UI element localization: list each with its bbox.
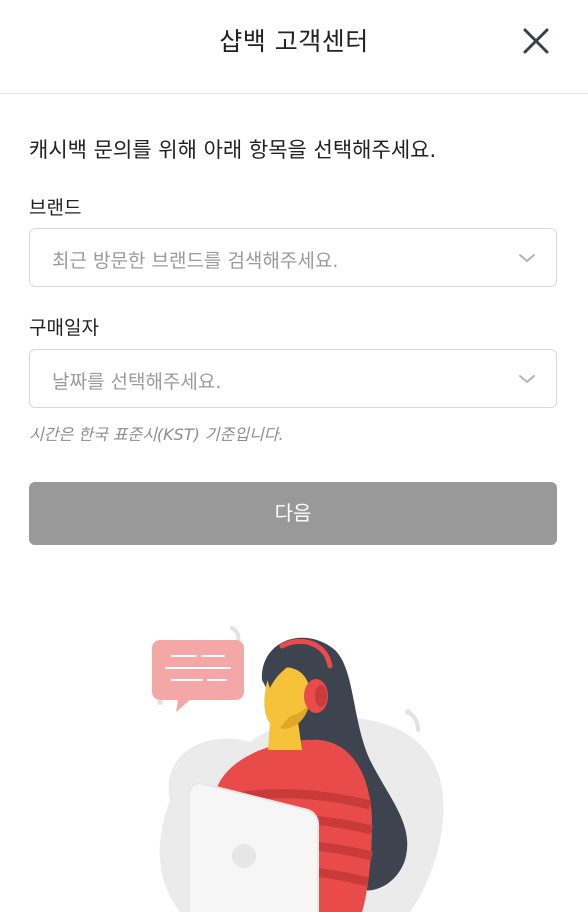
brand-label: 브랜드 [29, 197, 82, 219]
purchase-date-select[interactable]: 날짜를 선택해주세요. [29, 349, 557, 408]
purchase-date-label: 구매일자 [29, 317, 99, 339]
sparkle-shape [406, 710, 420, 732]
page-title: 샵백 고객센터 [219, 27, 369, 56]
sparkle-dot [405, 709, 411, 715]
close-button[interactable] [516, 24, 556, 60]
brand-placeholder: 최근 방문한 브랜드를 검색해주세요. [52, 250, 339, 272]
sparkle-shape [230, 626, 241, 644]
intro-text: 캐시백 문의를 위해 아래 항목을 선택해주세요. [29, 138, 437, 162]
next-button[interactable]: 다음 [29, 482, 557, 545]
laptop-logo [232, 844, 256, 868]
speech-bubble-icon [152, 640, 244, 712]
close-icon[interactable] [516, 24, 556, 60]
chevron-down-icon [519, 375, 535, 383]
support-agent-illustration [152, 626, 444, 912]
timezone-note: 시간은 한국 표준시(KST) 기준입니다. [29, 425, 284, 444]
header: 샵백 고객센터 [0, 0, 588, 94]
chevron-down-icon [519, 254, 535, 262]
brand-select[interactable]: 최근 방문한 브랜드를 검색해주세요. [29, 228, 557, 287]
purchase-date-placeholder: 날짜를 선택해주세요. [52, 371, 222, 393]
